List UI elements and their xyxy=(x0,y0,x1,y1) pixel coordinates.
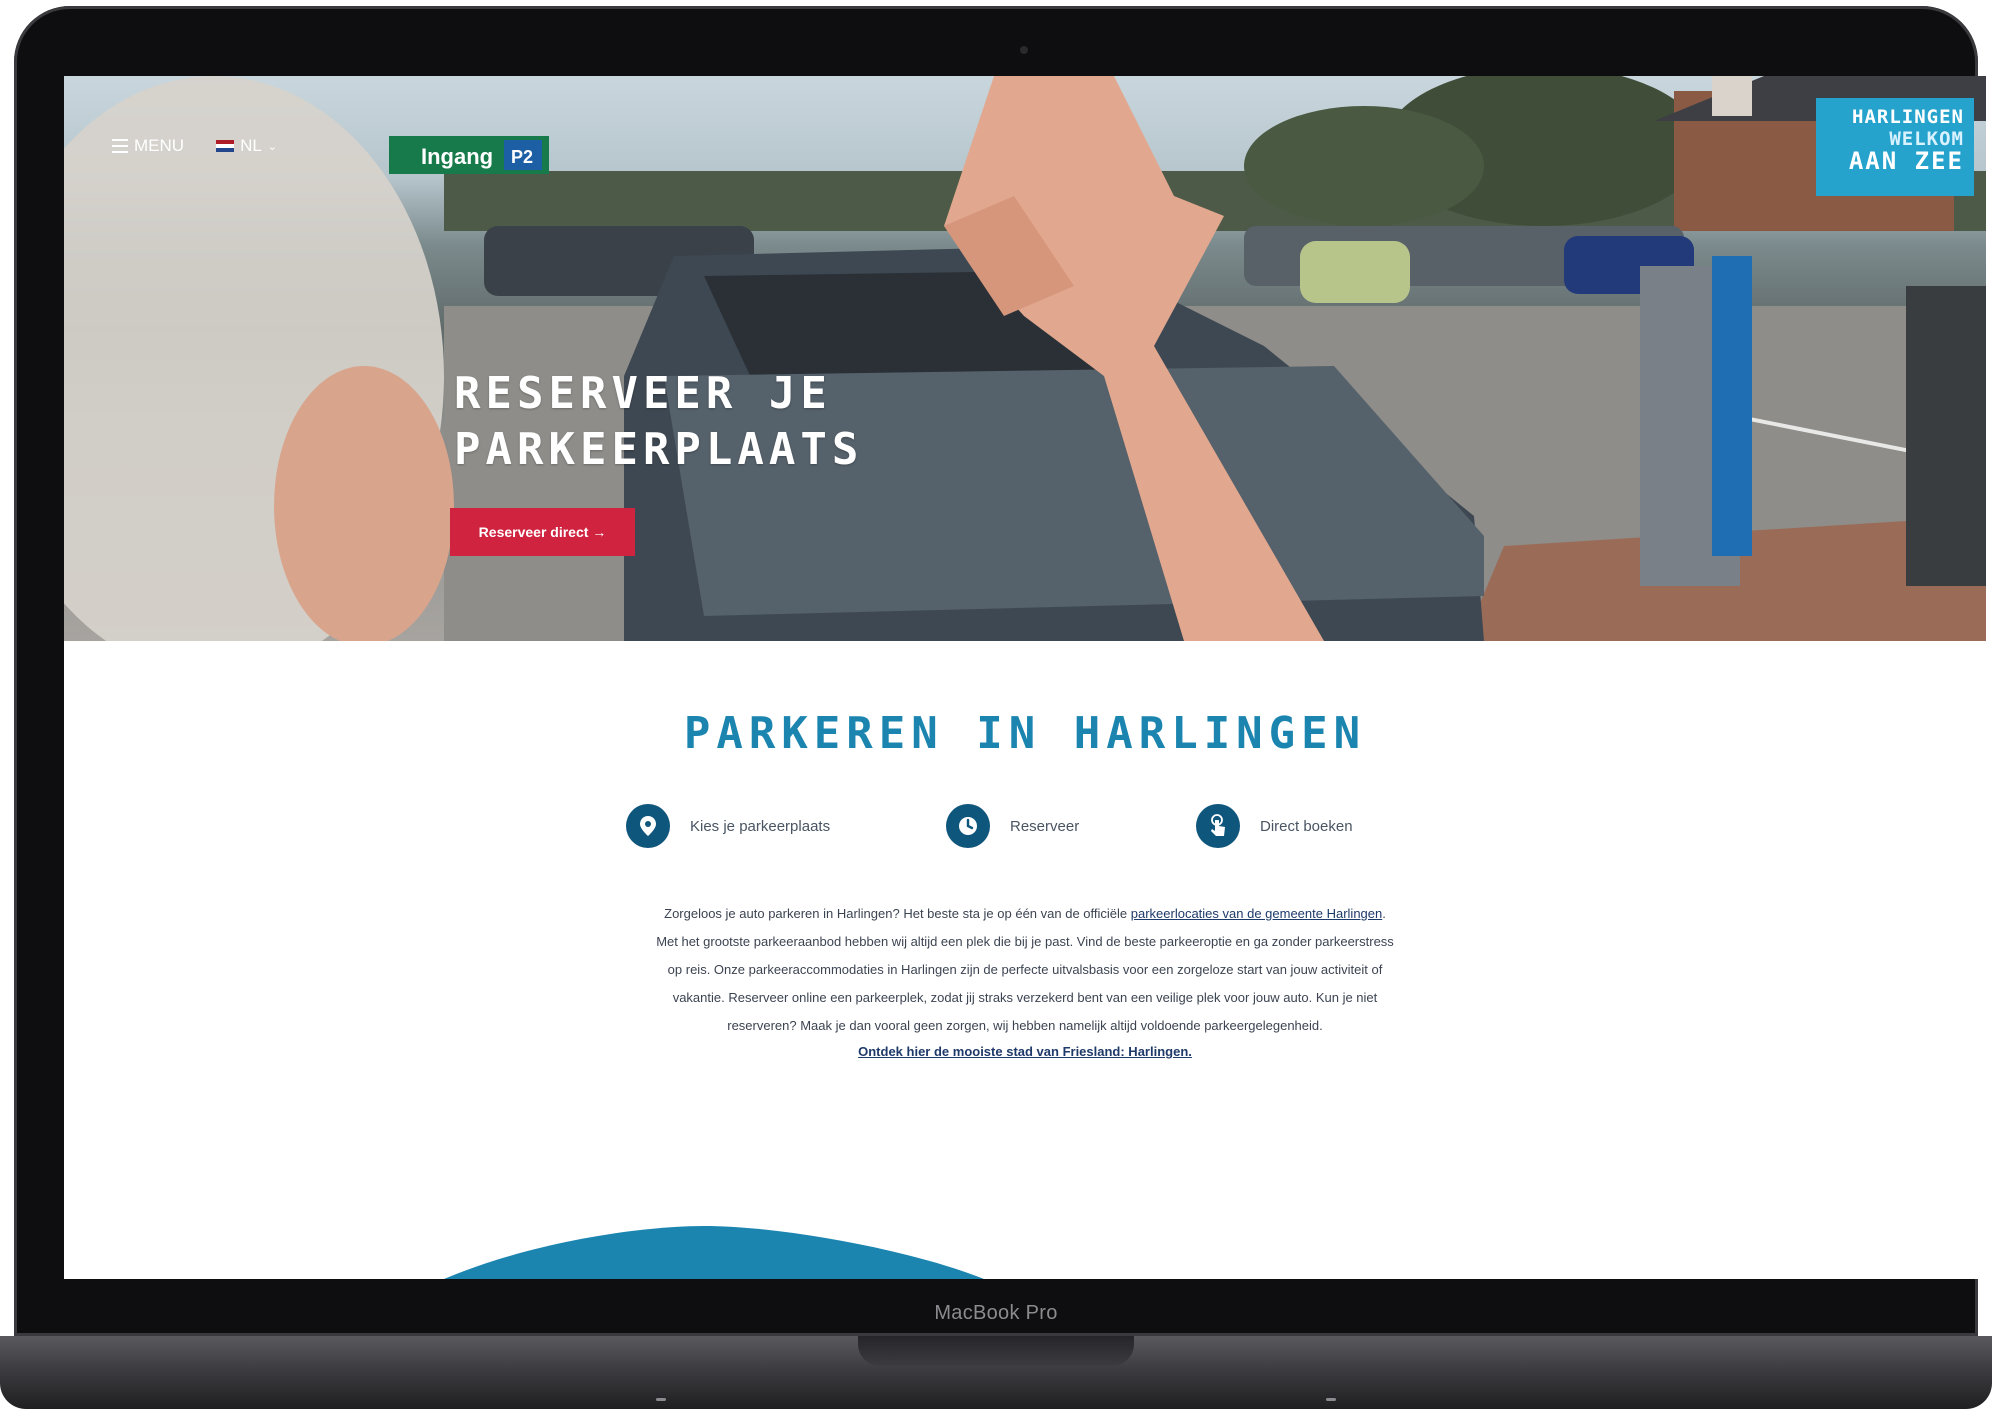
step-label: Reserveer xyxy=(1010,817,1080,835)
hero-photo: Ingang P2 xyxy=(64,76,1986,641)
menu-label: MENU xyxy=(134,136,185,155)
reserve-direct-button[interactable]: Reserveer direct → xyxy=(450,508,635,556)
hero-title: RESERVEER JE PARKEERPLAATS xyxy=(454,368,864,475)
discover-harlingen-link[interactable]: Ontdek hier de mooiste stad van Frieslan… xyxy=(64,1044,1986,1059)
section-title: PARKEREN IN HARLINGEN xyxy=(683,708,1367,759)
top-navigation: MENU NL ⌄ xyxy=(112,136,277,156)
intro-text-start: Zorgeloos je auto parkeren in Harlingen?… xyxy=(664,906,1131,921)
laptop-foot xyxy=(1326,1398,1336,1401)
laptop-hinge-notch xyxy=(858,1336,1134,1366)
laptop-foot xyxy=(656,1398,666,1401)
browser-viewport: Ingang P2 MENU NL ⌄ HARLINGEN WELKOM AAN… xyxy=(64,76,1986,1279)
hamburger-icon xyxy=(112,139,128,153)
step-choose-spot: Kies je parkeerplaats xyxy=(626,804,830,848)
chevron-down-icon: ⌄ xyxy=(267,140,278,153)
logo-line-3: AAN ZEE xyxy=(1848,147,1964,175)
map-pin-icon xyxy=(626,804,670,848)
svg-text:P2: P2 xyxy=(511,147,533,167)
cta-label: Reserveer direct → xyxy=(478,524,607,540)
language-label: NL xyxy=(240,136,262,155)
dutch-flag-icon xyxy=(216,140,235,152)
step-book-direct: Direct boeken xyxy=(1196,804,1353,848)
logo-line-1: HARLINGEN xyxy=(1852,106,1964,128)
hero-banner: Ingang P2 MENU NL ⌄ HARLINGEN WELKOM AAN… xyxy=(64,76,1986,641)
site-logo[interactable]: HARLINGEN WELKOM AAN ZEE xyxy=(1816,98,1974,196)
step-reserve: Reserveer xyxy=(946,804,1079,848)
language-selector[interactable]: NL ⌄ xyxy=(216,136,277,156)
tap-hand-icon xyxy=(1196,804,1240,848)
step-label: Kies je parkeerplaats xyxy=(690,817,831,835)
step-label: Direct boeken xyxy=(1260,817,1353,835)
svg-text:Ingang: Ingang xyxy=(421,144,493,169)
clock-icon xyxy=(946,804,990,848)
intro-text-end: . Met het grootste parkeeraanbod hebben … xyxy=(656,906,1394,1033)
menu-button[interactable]: MENU xyxy=(112,136,184,156)
parking-locations-link[interactable]: parkeerlocaties van de gemeente Harlinge… xyxy=(1131,906,1383,921)
decorative-wave xyxy=(444,1226,984,1279)
steps-row: Kies je parkeerplaats Reserveer Direct b… xyxy=(64,804,1986,852)
intro-paragraph: Zorgeloos je auto parkeren in Harlingen?… xyxy=(656,900,1394,1040)
